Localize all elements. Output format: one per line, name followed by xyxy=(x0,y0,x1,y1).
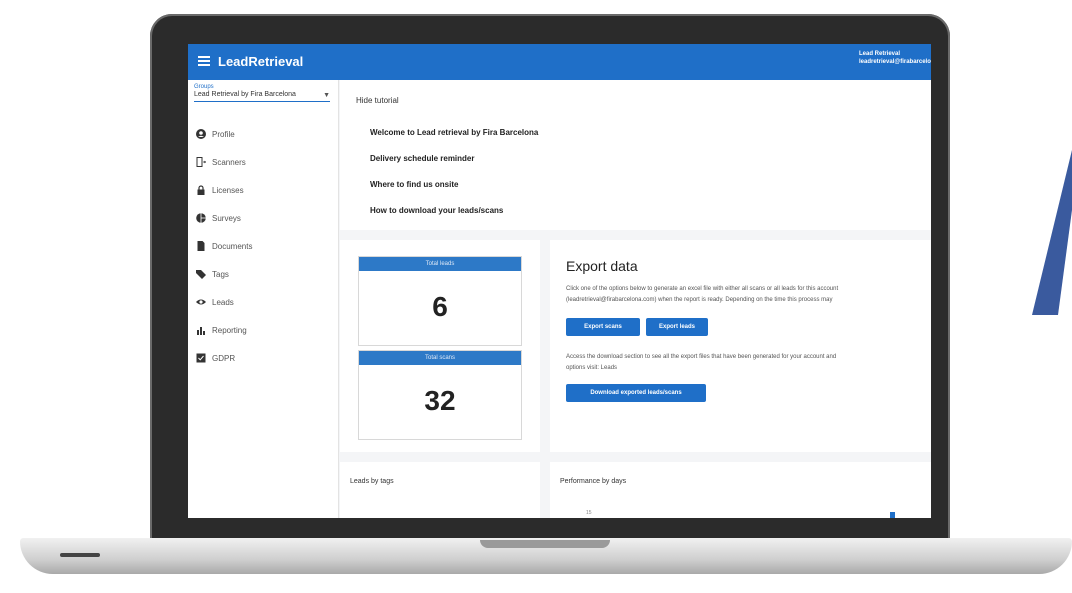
sidebar-item-label: Tags xyxy=(212,270,229,279)
sidebar-item-documents[interactable]: Documents xyxy=(196,240,326,256)
laptop-notch xyxy=(480,540,610,548)
sidebar-item-licenses[interactable]: Licenses xyxy=(196,184,326,200)
sidebar-item-label: Profile xyxy=(212,130,235,139)
download-line-1: Access the download section to see all t… xyxy=(566,354,837,360)
tutorial-item-download[interactable]: How to download your leads/scans xyxy=(370,206,503,215)
account-circle-icon xyxy=(196,129,206,139)
pie-chart-icon xyxy=(196,213,206,223)
sidebar-item-label: Leads xyxy=(212,298,234,307)
sidebar-item-tags[interactable]: Tags xyxy=(196,268,326,284)
total-leads-box: Total leads 6 xyxy=(358,256,522,346)
sidebar-item-leads[interactable]: Leads xyxy=(196,296,326,312)
tutorial-item-onsite[interactable]: Where to find us onsite xyxy=(370,180,458,189)
sidebar-item-reporting[interactable]: Reporting xyxy=(196,324,326,340)
hide-tutorial-link[interactable]: Hide tutorial xyxy=(356,96,399,105)
user-email: leadretrieval@firabarcelona.com xyxy=(859,59,931,65)
export-description: Click one of the options below to genera… xyxy=(566,284,931,306)
bar-chart-icon xyxy=(197,327,205,335)
sidebar-item-label: Reporting xyxy=(212,326,247,335)
user-name: Lead Retrieval xyxy=(859,51,901,57)
sidebar-item-label: Licenses xyxy=(212,186,244,195)
download-description: Access the download section to see all t… xyxy=(566,352,931,374)
export-line-1: Click one of the options below to genera… xyxy=(566,286,839,292)
tutorial-item-delivery[interactable]: Delivery schedule reminder xyxy=(370,154,475,163)
stats-card: Total leads 6 Total scans 32 xyxy=(340,240,540,452)
eye-icon xyxy=(196,299,206,305)
sidebar-item-scanners[interactable]: Scanners xyxy=(196,156,326,172)
performance-title: Performance by days xyxy=(560,478,627,485)
download-line-2: options visit: Leads xyxy=(566,365,618,371)
tutorial-item-welcome[interactable]: Welcome to Lead retrieval by Fira Barcel… xyxy=(370,128,538,137)
app-title: LeadRetrieval xyxy=(218,54,304,69)
sidebar-item-profile[interactable]: Profile xyxy=(196,128,326,144)
user-account[interactable]: Lead Retrieval leadretrieval@firabarcelo… xyxy=(859,50,931,66)
sidebar-item-surveys[interactable]: Surveys xyxy=(196,212,326,228)
sidebar: Groups Lead Retrieval by Fira Barcelona … xyxy=(188,80,339,518)
group-select-label: Groups xyxy=(194,84,214,90)
checkbox-icon xyxy=(196,353,206,363)
export-leads-button[interactable]: Export leads xyxy=(646,318,708,336)
hamburger-menu-icon[interactable] xyxy=(198,56,210,66)
document-icon xyxy=(197,241,205,251)
tutorial-panel: Hide tutorial Welcome to Lead retrieval … xyxy=(340,80,931,230)
export-title: Export data xyxy=(566,258,638,274)
total-leads-label: Total leads xyxy=(359,257,521,271)
total-scans-label: Total scans xyxy=(359,351,521,365)
sidebar-item-label: Documents xyxy=(212,242,253,251)
export-scans-button[interactable]: Export scans xyxy=(566,318,640,336)
leads-by-tags-card: Leads by tags xyxy=(340,462,540,518)
total-leads-value: 6 xyxy=(432,291,448,322)
group-select-value: Lead Retrieval by Fira Barcelona xyxy=(194,91,296,98)
leads-by-tags-title: Leads by tags xyxy=(350,478,394,485)
dropdown-caret-icon: ▼ xyxy=(323,92,330,99)
sidebar-item-label: GDPR xyxy=(212,354,236,363)
performance-bar xyxy=(890,512,895,518)
sidebar-item-gdpr[interactable]: GDPR xyxy=(196,352,326,368)
laptop-port xyxy=(60,553,100,557)
app-screen: LeadRetrieval Lead Retrieval leadretriev… xyxy=(188,44,931,518)
performance-axis-tick: 15 xyxy=(586,510,592,516)
decorative-brand-stroke xyxy=(1032,150,1072,315)
app-bar: LeadRetrieval Lead Retrieval leadretriev… xyxy=(188,44,931,80)
total-scans-value: 32 xyxy=(424,385,456,416)
performance-card: Performance by days 15 xyxy=(550,462,931,518)
group-select[interactable]: Lead Retrieval by Fira Barcelona ▼ xyxy=(194,91,330,102)
sidebar-item-label: Surveys xyxy=(212,214,241,223)
export-data-card: Export data Click one of the options bel… xyxy=(550,240,931,452)
sidebar-item-label: Scanners xyxy=(212,158,246,167)
lock-icon xyxy=(197,185,205,195)
download-exported-button[interactable]: Download exported leads/scans xyxy=(566,384,706,402)
total-scans-box: Total scans 32 xyxy=(358,350,522,440)
tag-icon xyxy=(196,270,206,279)
export-line-2: (leadretrieval@firabarcelona.com) when t… xyxy=(566,297,833,303)
scanner-icon xyxy=(196,157,206,167)
